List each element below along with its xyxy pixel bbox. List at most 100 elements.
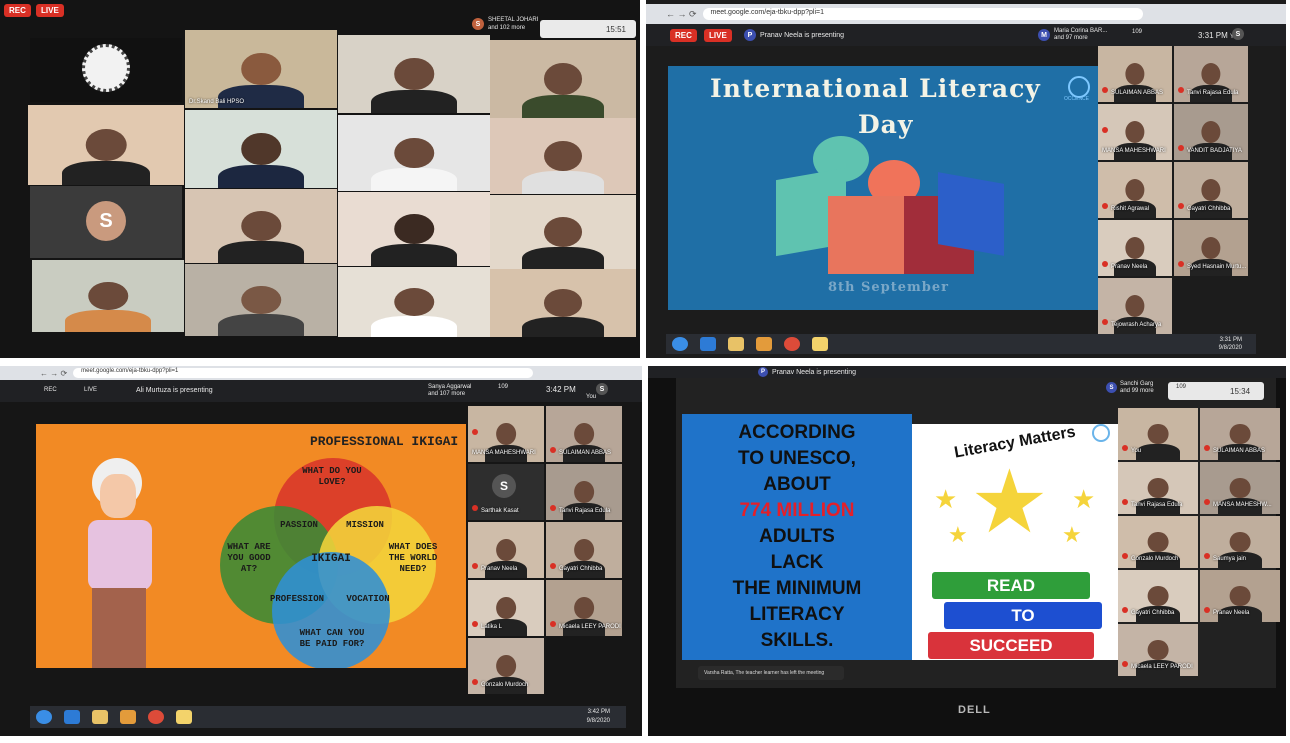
participant-body-icon [1135, 444, 1181, 460]
video-tile[interactable] [338, 267, 490, 337]
participant-tile[interactable]: Gayatri Chhibba [1174, 162, 1248, 218]
mic-muted-icon [1102, 260, 1108, 267]
mic-muted-icon [472, 678, 478, 685]
participant-tile[interactable]: SULAIMAN ABBAS [546, 406, 622, 462]
participant-label: Tanvi Rajasa Edula [550, 499, 610, 517]
unesco-line: LACK [770, 552, 824, 573]
notes-icon[interactable] [176, 710, 192, 724]
presenting-text: Pranav Neela is presenting [760, 32, 845, 39]
participant-tile[interactable]: MANSA MAHESHW... [1200, 462, 1280, 514]
live-badge: LIVE [84, 387, 98, 393]
url-field[interactable]: meet.google.com/eja-tbku-dpp?pli=1 [73, 368, 534, 378]
self-avatar[interactable]: S [1232, 28, 1244, 40]
participant-tile[interactable]: Sarthak Kasat S [468, 464, 544, 520]
participant-tile[interactable]: SULAIMAN ABBAS [1200, 408, 1280, 460]
participant-tile[interactable]: Gayatri Chhibba [1118, 570, 1198, 622]
participant-tile[interactable]: Pranav Neela [1200, 570, 1280, 622]
participant-tile[interactable]: Pranav Neela [1098, 220, 1172, 276]
participant-tile[interactable]: Micaela LEEY PARODI [546, 580, 622, 636]
participant-label: MANSA MAHESHW... [1204, 493, 1272, 511]
chrome-icon[interactable] [148, 710, 164, 724]
video-tile[interactable] [338, 115, 490, 191]
participant-name: Sarthak Kasat [481, 508, 519, 514]
video-tile[interactable] [185, 189, 337, 263]
participant-tile[interactable]: Tanvi Rajasa Edula [546, 464, 622, 520]
participant-name: SULAIMAN ABBAS [1111, 90, 1164, 96]
participant-tile[interactable]: Syed Hasnain Murtu... [1174, 220, 1248, 276]
meet-toolbar[interactable]: 15:51 [540, 20, 636, 38]
participant-tile[interactable]: Latika L [468, 580, 544, 636]
participant-name: Pranav Neela [1213, 610, 1250, 616]
mic-muted-icon [1204, 498, 1210, 505]
label-paid: WHAT CAN YOU BE PAID FOR? [299, 628, 365, 649]
participant-name: MANSA MAHESHWARI [1102, 148, 1166, 154]
video-tile[interactable] [338, 192, 490, 266]
participant-tile[interactable]: SULAIMAN ABBAS [1098, 46, 1172, 102]
participant-tile[interactable]: MANSA MAHESHWARI [1098, 104, 1172, 160]
participant-count[interactable]: 109 [1176, 384, 1186, 390]
video-tile-host[interactable]: Dr.Skand Bali HPSO [185, 30, 337, 108]
url-field[interactable]: meet.google.com/eja-tbku-dpp?pli=1 [702, 8, 1143, 20]
participant-name: Pranav Neela [1111, 264, 1148, 270]
browser-address-bar[interactable]: ← → ⟳ meet.google.com/eja-tbku-dpp?pli=1 [0, 366, 642, 380]
small-star-icon: ★ [948, 522, 968, 547]
video-tile[interactable] [185, 110, 337, 188]
participant-count[interactable]: 109 [1132, 29, 1142, 36]
participant-tile[interactable]: Tanvi Rajasa Edula [1118, 462, 1198, 514]
folder-icon[interactable] [728, 337, 744, 351]
participant-tile[interactable]: Gonzalo Murdoch [1118, 516, 1198, 568]
start-icon[interactable] [672, 337, 688, 351]
slide-literacy-day: International Literacy Day OCCENCE 8th S… [668, 66, 1098, 310]
participant-tile[interactable]: Saumya jain [1200, 516, 1280, 568]
ie-icon[interactable] [64, 710, 80, 724]
participant-count[interactable]: 109 [498, 384, 508, 391]
media-icon[interactable] [756, 337, 772, 351]
chrome-icon[interactable] [784, 337, 800, 351]
label-passion: PASSION [280, 520, 318, 530]
video-tile[interactable] [490, 269, 636, 337]
participant-tile[interactable]: Pranav Neela [468, 522, 544, 578]
ie-icon[interactable] [700, 337, 716, 351]
label-profession: PROFESSION [269, 594, 324, 604]
nav-back-forward-icon[interactable]: ← → ⟳ [666, 9, 697, 20]
participant-tile[interactable]: You [1118, 408, 1198, 460]
video-tile[interactable] [490, 40, 636, 118]
participant-tile[interactable]: MANSA MAHESHWARI [468, 406, 544, 462]
small-star-icon: ★ [934, 484, 958, 514]
participant-label: Micaela LEEY PARODI [550, 615, 621, 633]
participant-tile[interactable]: Rishit Agrawal [1098, 162, 1172, 218]
video-tile[interactable] [490, 118, 636, 194]
participant-tile[interactable]: Tejowrash Acharya [1098, 278, 1172, 334]
video-tile[interactable] [28, 105, 184, 185]
video-tile[interactable] [185, 264, 337, 336]
participant-label: SULAIMAN ABBAS [550, 441, 611, 459]
notes-icon[interactable] [812, 337, 828, 351]
live-badge: LIVE [36, 4, 64, 17]
self-avatar[interactable]: S [596, 383, 608, 395]
participant-label: Saumya jain [1204, 547, 1246, 565]
toast-text: Varsha Ratta, The teacher learner has le… [704, 670, 825, 676]
start-icon[interactable] [36, 710, 52, 724]
browser-address-bar[interactable]: ← → ⟳ meet.google.com/eja-tbku-dpp?pli=1 [646, 4, 1286, 24]
participant-tile[interactable]: VANDIT BADJATIYA [1174, 104, 1248, 160]
meet-toolbar[interactable]: 109 15:34 [1168, 382, 1264, 400]
folder-icon[interactable] [92, 710, 108, 724]
video-tile[interactable] [32, 260, 184, 332]
avatar-tile[interactable]: S [30, 186, 182, 258]
media-icon[interactable] [120, 710, 136, 724]
nav-back-forward-icon[interactable]: ← → ⟳ [40, 369, 67, 378]
other-more: and 99 more [1120, 388, 1154, 394]
video-tile[interactable] [338, 35, 490, 113]
logo-tile[interactable] [30, 38, 182, 102]
unesco-line: SKILLS. [760, 630, 834, 651]
participant-tile[interactable]: Tanvi Rajasa Edula [1174, 46, 1248, 102]
presenting-text: Ali Murtuza is presenting [136, 387, 213, 394]
mic-muted-icon [1204, 552, 1210, 559]
participant-tile[interactable]: Gayatri Chhibba [546, 522, 622, 578]
participant-tile[interactable]: Micaela LEEY PARODI [1118, 624, 1198, 676]
video-tile[interactable] [490, 195, 636, 269]
participant-label: Pranav Neela [1204, 601, 1249, 619]
slide-date: 8th September [828, 280, 950, 295]
participant-tile[interactable]: Gonzalo Murdoch [468, 638, 544, 694]
participant-label: Pranav Neela [472, 557, 517, 575]
